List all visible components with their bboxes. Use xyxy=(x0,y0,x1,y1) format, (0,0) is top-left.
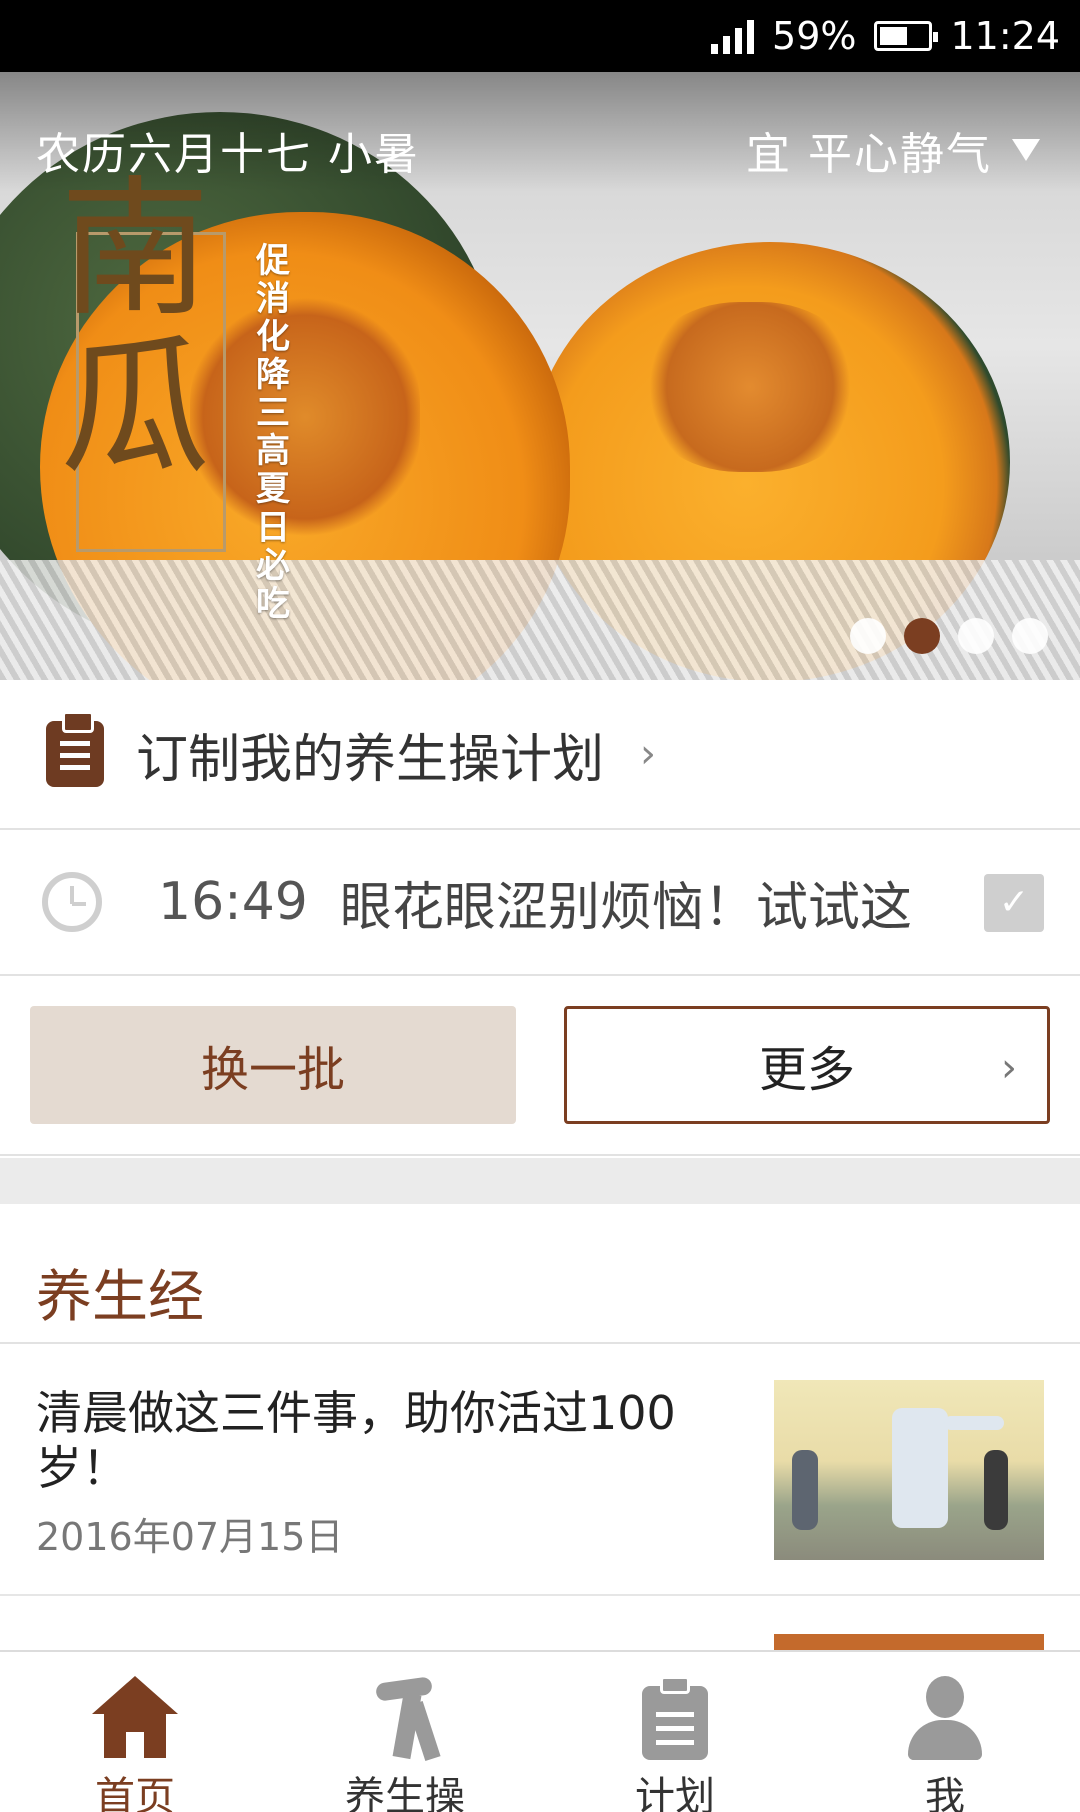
article-thumbnail xyxy=(774,1380,1044,1560)
list-item[interactable]: 清晨做这三件事，助你活过100岁！ 2016年07月15日 xyxy=(0,1346,1080,1596)
chevron-right-icon: › xyxy=(640,731,657,777)
tab-label: 我 xyxy=(925,1774,965,1812)
battery-icon xyxy=(874,21,939,51)
alarm-clock-icon xyxy=(42,872,102,932)
user-icon xyxy=(902,1676,988,1760)
daily-advice-dropdown[interactable]: 宜 平心静气 xyxy=(746,118,1040,182)
section-title: 养生经 xyxy=(36,1265,204,1330)
bottom-tab-bar: 首页 养生操 计划 我 xyxy=(0,1650,1080,1812)
tab-home[interactable]: 首页 xyxy=(0,1652,270,1812)
signal-icon xyxy=(711,18,755,54)
next-article-thumbnail xyxy=(774,1634,1044,1650)
calligraphy-char: 瓜 xyxy=(60,320,211,495)
clipboard-icon xyxy=(632,1676,718,1760)
tab-label: 首页 xyxy=(95,1774,175,1812)
tab-label: 计划 xyxy=(635,1774,715,1812)
banner-vertical-slogan: 促消化降三高 夏日必吃 xyxy=(256,241,290,624)
tab-exercise[interactable]: 养生操 xyxy=(270,1652,540,1812)
tab-label: 养生操 xyxy=(345,1774,465,1812)
tab-me[interactable]: 我 xyxy=(810,1652,1080,1812)
carousel-dot[interactable] xyxy=(1012,618,1048,654)
clock: 11:24 xyxy=(950,14,1060,58)
battery-percent: 59% xyxy=(772,14,857,58)
exercise-icon xyxy=(362,1676,448,1762)
reminder-time: 16:49 xyxy=(158,872,308,932)
custom-plan-row[interactable]: 订制我的养生操计划 › xyxy=(0,680,1080,830)
reminder-checkbox[interactable]: ✓ xyxy=(984,874,1044,932)
carousel-indicator xyxy=(850,618,1048,654)
calligraphy-char: 南 xyxy=(60,163,211,337)
home-icon xyxy=(92,1676,178,1760)
article-title: 清晨做这三件事，助你活过100岁！ xyxy=(36,1386,676,1496)
section-header: 养生经 xyxy=(0,1204,1080,1344)
clipboard-icon xyxy=(46,711,104,787)
carousel-dot[interactable] xyxy=(850,618,886,654)
more-button-label: 更多 xyxy=(758,1042,855,1098)
carousel-dot[interactable] xyxy=(904,618,940,654)
more-button[interactable]: 更多 › xyxy=(564,1006,1050,1124)
section-divider xyxy=(0,1158,1080,1204)
daily-advice-text: 宜 平心静气 xyxy=(746,129,992,180)
article-date: 2016年07月15日 xyxy=(36,1515,344,1559)
refresh-batch-button[interactable]: 换一批 xyxy=(30,1006,516,1124)
custom-plan-label: 订制我的养生操计划 xyxy=(136,729,605,790)
status-bar: 59% 11:24 xyxy=(0,0,1080,72)
carousel-dot[interactable] xyxy=(958,618,994,654)
reminder-row[interactable]: 16:49 眼花眼涩别烦恼！试试这 ✓ xyxy=(0,830,1080,976)
reminder-text: 眼花眼涩别烦恼！试试这 xyxy=(339,877,912,938)
banner-carousel[interactable]: 农历六月十七 小暑 宜 平心静气 南 瓜 促消化降三高 夏日必吃 xyxy=(0,72,1080,680)
tab-plan[interactable]: 计划 xyxy=(540,1652,810,1812)
calligraphy-title: 南 瓜 xyxy=(60,163,211,495)
action-buttons: 换一批 更多 › xyxy=(0,976,1080,1156)
status-bar-right: 59% 11:24 xyxy=(711,0,1060,72)
triangle-down-icon xyxy=(1012,139,1040,161)
chevron-right-icon: › xyxy=(1001,1045,1017,1091)
